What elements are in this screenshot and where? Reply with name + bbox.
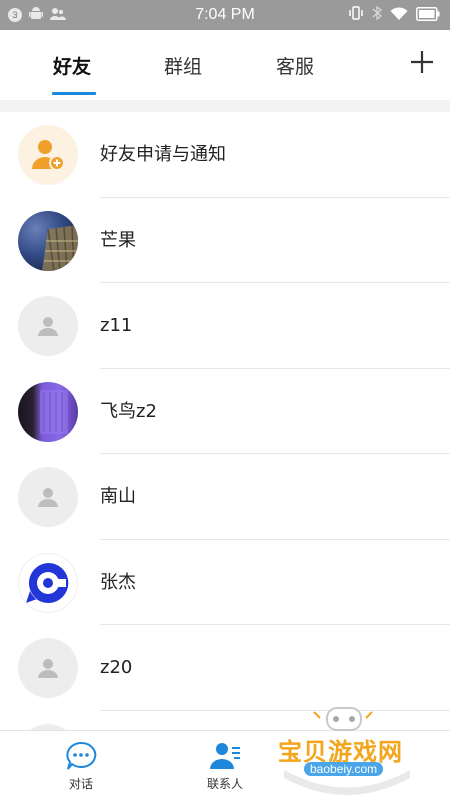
tab-customer-service[interactable]: 客服: [276, 52, 314, 79]
contact-name: 飞鸟z2: [100, 400, 157, 422]
status-bar: 3 7:04 PM: [0, 0, 450, 30]
nav-label: 对话: [68, 777, 93, 791]
top-tab-bar: 好友 群组 客服: [0, 30, 450, 102]
bottom-navigation: 对话 联系人: [0, 730, 450, 800]
add-button[interactable]: [408, 48, 436, 76]
contact-name: z20: [100, 657, 133, 678]
list-item-contact[interactable]: z20: [0, 625, 450, 711]
avatar: [18, 381, 78, 442]
contact-name: 张杰: [100, 571, 136, 593]
vibrate-icon: [348, 5, 364, 25]
default-person-icon: [18, 296, 78, 356]
chat-bubble-icon: [66, 741, 97, 770]
contact-list[interactable]: 好友申请与通知 芒果 z11 飞鸟z2 南山 张杰 z20: [0, 112, 450, 730]
wifi-icon: [390, 6, 408, 25]
nav-label: 联系人: [206, 777, 243, 791]
list-item-friend-requests[interactable]: 好友申请与通知: [0, 112, 450, 198]
list-item-contact[interactable]: 飞鸟z2: [0, 368, 450, 454]
list-item-contact[interactable]: 南山: [0, 454, 450, 540]
tab-groups[interactable]: 群组: [164, 52, 202, 79]
contact-name: 芒果: [100, 229, 136, 251]
chat-logo-icon: [18, 552, 78, 613]
list-item-contact[interactable]: 芒果: [0, 197, 450, 283]
list-item-contact[interactable]: 张杰: [0, 539, 450, 625]
contacts-icon: [210, 743, 240, 769]
nav-chats[interactable]: 对话: [31, 731, 131, 800]
contact-name: 好友申请与通知: [100, 144, 226, 165]
bluetooth-icon: [372, 5, 383, 25]
default-person-icon: [18, 467, 78, 527]
avatar: [18, 210, 78, 271]
list-item-contact[interactable]: z11: [0, 283, 450, 369]
nav-contacts[interactable]: 联系人: [175, 731, 275, 800]
battery-icon: [416, 6, 440, 25]
plus-icon: [411, 51, 433, 73]
friend-request-icon: [18, 125, 78, 185]
contact-name: 南山: [100, 486, 136, 507]
default-person-icon: [18, 638, 78, 698]
section-separator: [0, 100, 450, 112]
status-right-icons: [348, 0, 440, 30]
contact-name: z11: [100, 315, 133, 336]
active-tab-indicator: [52, 92, 96, 95]
list-item-partial[interactable]: [0, 710, 450, 730]
tab-friends[interactable]: 好友: [53, 52, 91, 79]
